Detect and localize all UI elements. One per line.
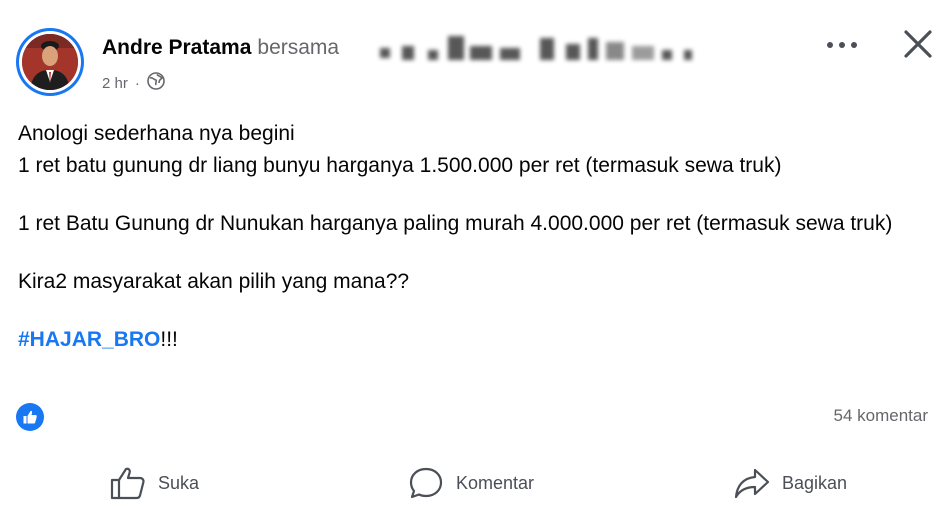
- post-time[interactable]: 2 hr: [102, 75, 128, 92]
- with-label: bersama: [257, 36, 340, 59]
- person-photo-icon: [22, 34, 78, 90]
- reactions-bar: 54 komentar: [16, 402, 929, 431]
- close-button[interactable]: [896, 22, 940, 66]
- comment-button[interactable]: Komentar: [408, 458, 534, 508]
- comment-label: Komentar: [456, 472, 535, 493]
- comment-count[interactable]: 54 komentar: [834, 406, 929, 426]
- hashtag-suffix: !!!: [160, 328, 178, 351]
- more-dots-icon: [827, 42, 857, 48]
- avatar-photo: [22, 34, 78, 90]
- author-line: Andre Pratama bersama: [102, 36, 339, 60]
- close-icon: [904, 30, 932, 58]
- redacted-tagged-names: [380, 36, 710, 64]
- avatar[interactable]: [16, 28, 84, 96]
- hashtag-line: #HAJAR_BRO!!!: [18, 324, 928, 356]
- post-line: 1 ret Batu Gunung dr Nunukan harganya pa…: [18, 212, 893, 235]
- share-button[interactable]: Bagikan: [734, 458, 847, 508]
- globe-icon: [147, 72, 165, 94]
- hashtag-link[interactable]: #HAJAR_BRO: [18, 328, 160, 351]
- like-button[interactable]: Suka: [110, 458, 199, 508]
- post-text: Anologi sederhana nya begini 1 ret batu …: [18, 118, 928, 356]
- more-options-button[interactable]: [822, 30, 862, 60]
- thumbs-up-icon: [110, 467, 145, 500]
- author-name[interactable]: Andre Pratama: [102, 36, 251, 59]
- post-actions: Suka Komentar Bagikan: [0, 458, 945, 508]
- share-arrow-icon: [734, 468, 770, 499]
- post-line: 1 ret batu gunung dr liang bunyu hargany…: [18, 154, 782, 177]
- post-line: Kira2 masyarakat akan pilih yang mana??: [18, 270, 410, 293]
- post-line: Anologi sederhana nya begini: [18, 122, 295, 145]
- post-meta: 2 hr ·: [102, 72, 165, 94]
- like-label: Suka: [158, 472, 200, 493]
- comment-bubble-icon: [409, 467, 443, 499]
- separator-dot: ·: [134, 74, 140, 92]
- like-reaction-icon[interactable]: [16, 403, 44, 431]
- share-label: Bagikan: [782, 472, 848, 493]
- post-header: Andre Pratama bersama 2 hr ·: [0, 0, 945, 110]
